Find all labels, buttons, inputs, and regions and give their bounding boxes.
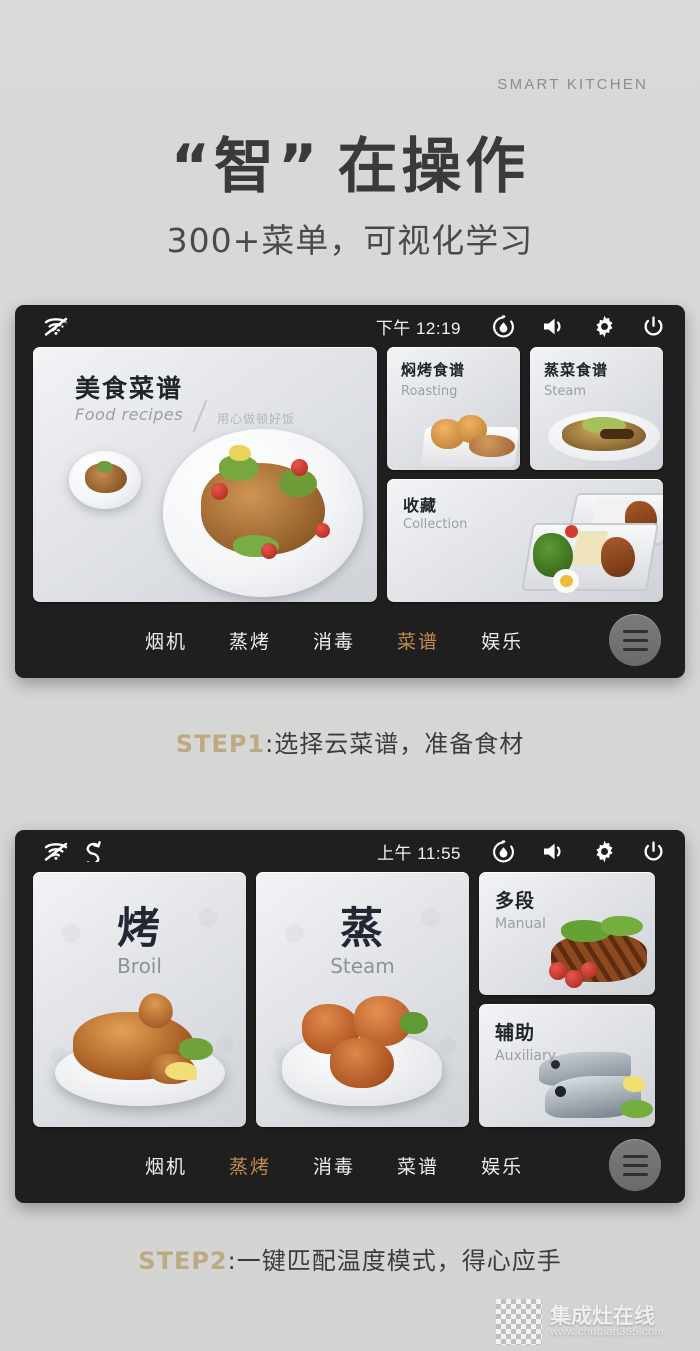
wifi-off-icon[interactable]: [43, 316, 69, 336]
volume-icon[interactable]: [542, 316, 567, 337]
nav-item-recipes[interactable]: 菜谱: [397, 627, 439, 654]
card-collection[interactable]: 收藏 Collection: [387, 479, 663, 602]
caption-step-1: STEP1:选择云菜谱，准备食材: [0, 724, 700, 759]
card-subtitle: Steam: [330, 954, 395, 978]
nav-item-yanji[interactable]: 烟机: [145, 1152, 187, 1179]
card-mode-manual[interactable]: 多段 Manual: [479, 872, 655, 995]
card-subtitle: Roasting: [401, 384, 458, 399]
nav-item-disinfect[interactable]: 消毒: [313, 1152, 355, 1179]
timer-droplet-icon[interactable]: [491, 314, 516, 339]
nav-item-steam-roast[interactable]: 蒸烤: [229, 1152, 271, 1179]
power-icon[interactable]: [642, 315, 665, 338]
card-title: 多段: [495, 890, 536, 912]
food-photo-steak: [537, 914, 655, 994]
wifi-off-icon[interactable]: [43, 841, 69, 861]
watermark-url: www.chudian365.com: [550, 1326, 665, 1339]
card-title: 焖烤食谱: [401, 361, 466, 379]
food-photo-steamed-fish: [548, 403, 663, 467]
nav-item-entertainment[interactable]: 娱乐: [481, 627, 523, 654]
page-title: “智” 在操作: [0, 118, 700, 205]
food-photo-salad: [33, 425, 377, 602]
nav-item-entertainment[interactable]: 娱乐: [481, 1152, 523, 1179]
gear-icon[interactable]: [593, 315, 616, 338]
navbar-screen2: 烟机 蒸烤 消毒 菜谱 娱乐: [15, 1127, 685, 1203]
power-icon[interactable]: [642, 840, 665, 863]
food-photo-roast-chicken: [43, 988, 235, 1120]
card-subtitle: Manual: [495, 916, 546, 932]
headline-rest: 在操作: [337, 132, 530, 202]
device-screen-recipes: 下午 12:19 美食菜谱 Food recipes 用心做顿好饭 焖烤食谱 R…: [15, 305, 685, 678]
promo-page: SMART KITCHEN “智” 在操作 300+菜单，可视化学习 下午 12:…: [0, 0, 700, 1351]
card-title: 辅助: [495, 1022, 536, 1044]
screen2-content: 烤 Broil 蒸 Steam 多段 Manual 辅助 Auxiliary: [15, 872, 685, 1127]
card-food-recipes[interactable]: 美食菜谱 Food recipes 用心做顿好饭: [33, 347, 377, 602]
nav-item-steam-roast[interactable]: 蒸烤: [229, 627, 271, 654]
timer-droplet-icon[interactable]: [491, 839, 516, 864]
card-note: 用心做顿好饭: [217, 412, 296, 426]
headline-quoted-word: “智”: [170, 132, 322, 202]
navbar-screen1: 烟机 蒸烤 消毒 菜谱 娱乐: [15, 602, 685, 678]
food-photo-bread: [420, 409, 520, 470]
watermark: 集成灶在线 www.chudian365.com: [490, 1293, 700, 1351]
card-subtitle: Food recipes: [75, 405, 184, 424]
eyebrow-text: SMART KITCHEN: [497, 76, 648, 93]
card-subtitle: Broil: [117, 954, 162, 978]
card-mode-auxiliary[interactable]: 辅助 Auxiliary: [479, 1004, 655, 1127]
device-screen-modes: 上午 11:55 烤 Broil 蒸 Steam 多段 Manual 辅助 Au…: [15, 830, 685, 1203]
card-steam-recipes[interactable]: 蒸菜食谱 Steam: [530, 347, 663, 470]
status-time: 上午 11:55: [376, 843, 461, 863]
card-mode-steam[interactable]: 蒸 Steam: [256, 872, 469, 1127]
volume-icon[interactable]: [542, 841, 567, 862]
card-title: 蒸: [340, 904, 385, 954]
card-subtitle: Auxiliary: [495, 1048, 557, 1064]
caption-step-2: STEP2:一键匹配温度模式，得心应手: [0, 1241, 700, 1276]
watermark-logo-icon: [496, 1299, 542, 1345]
card-title: 收藏: [403, 496, 438, 515]
hero-section: SMART KITCHEN “智” 在操作 300+菜单，可视化学习: [0, 0, 700, 295]
watermark-site-name: 集成灶在线: [550, 1304, 655, 1329]
card-roasting-recipes[interactable]: 焖烤食谱 Roasting: [387, 347, 520, 470]
hamburger-menu-icon[interactable]: [609, 1139, 661, 1191]
card-mode-broil[interactable]: 烤 Broil: [33, 872, 246, 1127]
screen1-content: 美食菜谱 Food recipes 用心做顿好饭 焖烤食谱 Roasting 蒸…: [15, 347, 685, 602]
food-photo-crabs: [268, 982, 458, 1122]
food-photo-bento: [509, 493, 663, 602]
nav-item-recipes[interactable]: 菜谱: [397, 1152, 439, 1179]
step-label: STEP1: [175, 730, 266, 758]
card-subtitle: Collection: [403, 517, 468, 532]
card-title: 烤: [117, 904, 162, 954]
card-subtitle: Steam: [544, 384, 586, 399]
nav-item-disinfect[interactable]: 消毒: [313, 627, 355, 654]
page-subtitle: 300+菜单，可视化学习: [166, 221, 534, 260]
nav-item-yanji[interactable]: 烟机: [145, 627, 187, 654]
step-label: STEP2: [138, 1247, 228, 1275]
status-time: 下午 12:19: [375, 318, 461, 338]
statusbar-screen1: 下午 12:19: [15, 305, 685, 347]
step-text: :选择云菜谱，准备食材: [265, 730, 525, 758]
step-text: :一键匹配温度模式，得心应手: [227, 1247, 562, 1275]
card-title: 蒸菜食谱: [544, 361, 609, 379]
hamburger-menu-icon[interactable]: [609, 614, 661, 666]
card-title: 美食菜谱: [75, 374, 184, 403]
sync-refresh-icon[interactable]: [83, 840, 103, 862]
gear-icon[interactable]: [593, 840, 616, 863]
statusbar-screen2: 上午 11:55: [15, 830, 685, 872]
